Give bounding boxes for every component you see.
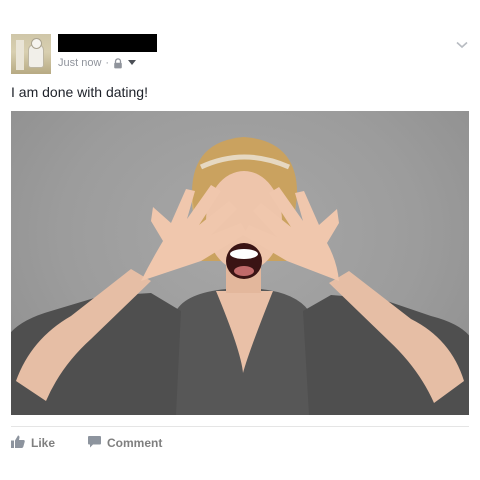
- avatar-pillar: [16, 40, 24, 70]
- meta-separator: ·: [105, 57, 110, 69]
- comment-label: Comment: [107, 436, 163, 450]
- facebook-post: Just now · I am done with dating! Like C…: [0, 0, 480, 480]
- post-meta: Just now ·: [58, 56, 137, 70]
- author-name-redacted[interactable]: [58, 34, 157, 52]
- comment-button[interactable]: Comment: [88, 434, 162, 452]
- speech-bubble-icon: [88, 435, 107, 451]
- status-text: I am done with dating!: [11, 84, 148, 100]
- avatar[interactable]: [11, 34, 51, 74]
- post-photo[interactable]: [11, 111, 469, 415]
- actions-divider: [11, 426, 469, 427]
- lock-icon[interactable]: [113, 57, 123, 69]
- avatar-figure-head: [31, 38, 42, 49]
- thumbs-up-icon: [11, 435, 31, 451]
- like-button[interactable]: Like: [11, 434, 55, 452]
- like-label: Like: [31, 436, 56, 450]
- timestamp[interactable]: Just now: [58, 57, 101, 69]
- caret-down-icon[interactable]: [128, 60, 137, 66]
- chevron-down-icon[interactable]: [456, 36, 468, 54]
